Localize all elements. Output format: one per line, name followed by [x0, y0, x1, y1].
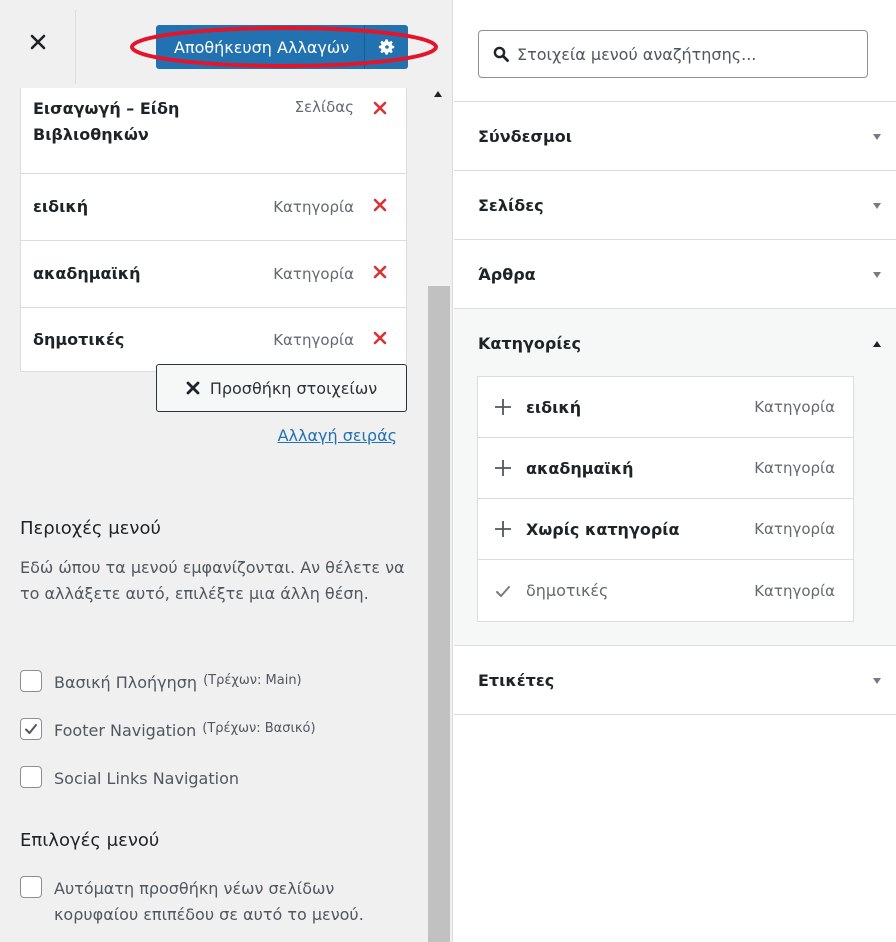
menu-options-title: Επιλογές μενού [20, 830, 160, 851]
add-items-button[interactable]: Προσθήκη στοιχείων [156, 364, 407, 412]
save-button[interactable]: Αποθήκευση Αλλαγών [156, 25, 365, 69]
accordion-title: Σύνδεσμοι [478, 127, 572, 146]
auto-add-label: Αυτόματη προσθήκη νέων σελίδων κορυφαίου… [54, 879, 364, 925]
remove-menu-item-button[interactable] [372, 197, 392, 217]
category-item[interactable]: ακαδημαϊκή Κατηγορία [478, 438, 853, 499]
category-item[interactable]: δημοτικές Κατηγορία [478, 560, 853, 621]
location-option: Βασική Πλοήγηση (Τρέχων: Main) [20, 670, 302, 696]
publish-settings-button[interactable] [364, 25, 409, 69]
checkmark-icon [25, 724, 37, 734]
menu-item[interactable]: Εισαγωγή – Είδη Βιβλιοθηκών Σελίδας [21, 88, 406, 174]
arrow-down-icon [873, 677, 881, 684]
arrow-down-icon [873, 133, 881, 140]
category-title: Χωρίς κατηγορία [526, 519, 680, 539]
save-group: Αποθήκευση Αλλαγών [156, 25, 409, 69]
plus-icon [495, 521, 511, 537]
close-button[interactable] [0, 10, 76, 84]
remove-menu-item-button[interactable] [372, 330, 392, 350]
menu-item[interactable]: ακαδημαϊκή Κατηγορία [21, 241, 406, 308]
location-option: Social Links Navigation [20, 766, 239, 792]
delete-icon [373, 101, 387, 115]
auto-add-option: Αυτόματη προσθήκη νέων σελίδων κορυφαίου… [20, 876, 410, 929]
accordion-title: Άρθρα [478, 265, 536, 284]
delete-icon [373, 265, 387, 279]
arrow-up-icon [873, 340, 881, 347]
add-items-label: Προσθήκη στοιχείων [209, 378, 378, 398]
location-option: Footer Navigation (Τρέχων: Βασικό) [20, 718, 316, 744]
checkmark-icon [496, 585, 510, 597]
menu-item-type: Κατηγορία [273, 265, 354, 283]
divider [454, 714, 896, 715]
customizer-header: Αποθήκευση Αλλαγών [0, 0, 452, 88]
accordion-title: Σελίδες [478, 196, 544, 215]
menu-item-type: Κατηγορία [273, 198, 354, 216]
menu-items-list: Εισαγωγή – Είδη Βιβλιοθηκών Σελίδας ειδι… [20, 88, 407, 372]
category-item[interactable]: Χωρίς κατηγορία Κατηγορία [478, 499, 853, 560]
accordion-links[interactable]: Σύνδεσμοι [454, 101, 896, 171]
location-note: (Τρέχων: Main) [203, 673, 302, 688]
categories-list: ειδική Κατηγορία ακαδημαϊκή Κατηγορία Χω… [477, 376, 854, 622]
category-type: Κατηγορία [754, 581, 835, 600]
location-label: Βασική Πλοήγηση [54, 673, 198, 692]
location-checkbox[interactable] [20, 718, 42, 740]
accordion-categories[interactable]: Κατηγορίες [454, 308, 896, 378]
menu-item-type: Κατηγορία [273, 330, 354, 349]
location-checkbox[interactable] [20, 670, 42, 692]
auto-add-checkbox[interactable] [20, 876, 42, 898]
location-label: Footer Navigation [54, 721, 197, 740]
scrollbar-thumb[interactable] [428, 286, 450, 942]
category-title: ακαδημαϊκή [526, 458, 634, 478]
remove-menu-item-button[interactable] [372, 264, 392, 284]
search-icon [493, 46, 509, 62]
menu-item-title: δημοτικές [33, 329, 125, 349]
location-checkbox[interactable] [20, 766, 42, 788]
plus-icon [495, 399, 511, 415]
menu-locations-description: Εδώ ώπου τα μενού εμφανίζονται. Αν θέλετ… [20, 558, 405, 604]
category-item[interactable]: ειδική Κατηγορία [478, 377, 853, 438]
menu-item[interactable]: δημοτικές Κατηγορία [21, 308, 406, 371]
arrow-down-icon [873, 202, 881, 209]
accordion-tags[interactable]: Ετικέτες [454, 645, 896, 715]
category-title: ειδική [526, 397, 582, 417]
close-icon [186, 381, 200, 395]
menu-item[interactable]: ειδική Κατηγορία [21, 174, 406, 241]
category-title: δημοτικές [526, 581, 609, 600]
menu-item-title: ακαδημαϊκή [33, 264, 141, 284]
category-type: Κατηγορία [754, 398, 835, 416]
location-note: (Τρέχων: Βασικό) [202, 721, 316, 736]
plus-icon [495, 460, 511, 476]
accordion-pages[interactable]: Σελίδες [454, 170, 896, 240]
menu-item-title: ειδική [33, 197, 89, 217]
scroll-up-arrow-icon[interactable] [433, 90, 443, 98]
remove-menu-item-button[interactable] [372, 100, 392, 120]
category-type: Κατηγορία [754, 459, 835, 477]
gear-icon [378, 39, 394, 55]
close-icon [30, 34, 46, 50]
search-box[interactable] [478, 30, 868, 78]
customizer-sidebar: Αποθήκευση Αλλαγών Εισαγωγή – Είδη Βιβλι… [0, 0, 453, 942]
available-items-panel: Σύνδεσμοι Σελίδες Άρθρα Κατηγορίες ειδικ… [454, 0, 896, 942]
delete-icon [373, 198, 387, 212]
accordion-posts[interactable]: Άρθρα [454, 239, 896, 309]
categories-body: ειδική Κατηγορία ακαδημαϊκή Κατηγορία Χω… [454, 376, 896, 646]
search-input[interactable] [517, 44, 847, 64]
menu-item-title: Εισαγωγή – Είδη Βιβλιοθηκών [33, 99, 180, 144]
accordion-title: Κατηγορίες [478, 334, 581, 353]
location-label: Social Links Navigation [54, 769, 240, 788]
menu-item-type: Σελίδας [294, 98, 354, 116]
arrow-down-icon [873, 271, 881, 278]
menu-locations-title: Περιοχές μενού [20, 518, 161, 539]
category-type: Κατηγορία [754, 520, 835, 538]
delete-icon [373, 331, 387, 344]
accordion-title: Ετικέτες [478, 671, 555, 690]
reorder-link[interactable]: Αλλαγή σειράς [278, 426, 397, 445]
